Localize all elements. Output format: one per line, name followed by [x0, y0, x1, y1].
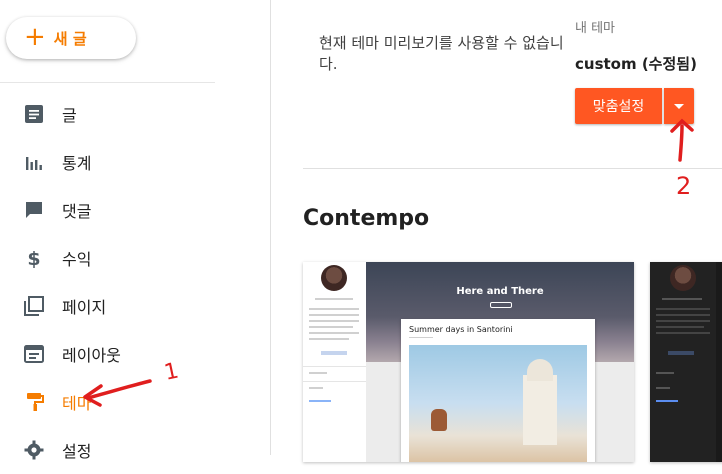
- thumbnail-building: [523, 375, 557, 445]
- thumbnail-text-line: [309, 308, 359, 310]
- thumbnail-text-line: [656, 387, 670, 389]
- new-post-label: 새 글: [53, 29, 87, 48]
- sidebar-item-pages[interactable]: 페이지: [0, 282, 270, 330]
- thumbnail-text-line: [662, 298, 702, 300]
- thumbnail-text-line: [656, 320, 710, 322]
- sidebar-item-posts[interactable]: 글: [0, 90, 270, 138]
- gear-icon: [24, 440, 44, 460]
- preview-unavailable-message: 현재 테마 미리보기를 사용할 수 없습니다.: [319, 34, 564, 73]
- sidebar: + 새 글 글 통계 댓글 $ 수익 페이지 레이아웃 테마 설정: [0, 0, 271, 461]
- thumbnail-sidebar: [303, 262, 366, 462]
- plus-icon: +: [24, 22, 46, 52]
- sidebar-item-label: 레이아웃: [62, 346, 121, 365]
- thumbnail-post-title: Summer days in Santorini: [409, 325, 513, 334]
- my-theme-label: 내 테마: [575, 21, 616, 36]
- sidebar-item-stats[interactable]: 통계: [0, 138, 270, 186]
- sidebar-item-label: 설정: [62, 442, 92, 461]
- new-post-button[interactable]: + 새 글: [6, 17, 136, 59]
- thumbnail-link: [309, 400, 331, 402]
- sidebar-item-label: 통계: [62, 154, 92, 173]
- thumbnail-vase: [431, 409, 447, 431]
- paint-roller-icon: [27, 393, 44, 411]
- thumbnail-blog-title: Here and There: [456, 286, 544, 297]
- svg-text:$: $: [27, 248, 40, 268]
- theme-main: 현재 테마 미리보기를 사용할 수 없습니다. 내 테마 custom (수정됨…: [271, 0, 722, 462]
- sidebar-item-label: 글: [62, 106, 77, 125]
- thumbnail-text-line: [656, 372, 674, 374]
- sidebar-item-theme[interactable]: 테마: [0, 378, 270, 426]
- sidebar-item-label: 테마: [62, 394, 92, 413]
- thumbnail-text-line: [309, 332, 359, 334]
- thumbnail-button: [668, 351, 694, 355]
- thumbnail-text-line: [309, 320, 359, 322]
- theme-section-title: Contempo: [303, 206, 430, 231]
- thumbnail-text-line: [315, 298, 353, 300]
- thumbnail-link: [656, 400, 678, 402]
- contempo-dark-theme-thumbnail[interactable]: [650, 262, 722, 462]
- sidebar-nav: 글 통계 댓글 $ 수익 페이지 레이아웃 테마 설정: [0, 90, 270, 474]
- comment-icon: [26, 202, 42, 218]
- dollar-icon: $: [27, 248, 40, 268]
- thumbnail-text-line: [309, 326, 353, 328]
- thumbnail-text-line: [309, 338, 349, 340]
- sidebar-divider: [0, 82, 215, 83]
- sidebar-item-label: 페이지: [62, 298, 107, 317]
- avatar: [321, 265, 347, 291]
- sidebar-item-settings[interactable]: 설정: [0, 426, 270, 474]
- thumbnail-divider: [303, 366, 366, 367]
- thumbnail-dark-edge: [716, 262, 722, 462]
- avatar: [670, 265, 696, 291]
- thumbnail-post-card: Summer days in Santorini: [401, 319, 595, 462]
- thumbnail-text-line: [309, 372, 327, 374]
- layout-icon: [24, 345, 44, 363]
- customize-dropdown-button[interactable]: [664, 88, 694, 124]
- thumbnail-text-line: [309, 387, 323, 389]
- thumbnail-divider: [303, 381, 366, 382]
- thumbnail-button: [321, 351, 347, 355]
- thumbnail-text-line: [656, 314, 710, 316]
- dropdown-arrow-icon: [674, 103, 684, 109]
- section-divider: [303, 168, 722, 169]
- thumbnail-text-line: [309, 314, 359, 316]
- thumbnail-post-date: [409, 337, 433, 338]
- sidebar-item-label: 수익: [62, 250, 92, 269]
- contempo-theme-thumbnail[interactable]: Here and There Summer days in Santorini: [303, 262, 634, 462]
- pages-icon: [24, 296, 44, 316]
- thumbnail-text-line: [656, 308, 710, 310]
- sidebar-item-comments[interactable]: 댓글: [0, 186, 270, 234]
- sidebar-item-label: 댓글: [62, 202, 92, 221]
- sidebar-item-earnings[interactable]: $ 수익: [0, 234, 270, 282]
- stats-icon: [26, 157, 42, 170]
- thumbnail-dome: [527, 359, 553, 381]
- customize-button[interactable]: 맞춤설정: [575, 88, 662, 124]
- posts-icon: [25, 105, 43, 123]
- thumbnail-text-line: [656, 332, 710, 334]
- sidebar-item-layout[interactable]: 레이아웃: [0, 330, 270, 378]
- thumbnail-post-photo: [409, 345, 587, 462]
- thumbnail-subscribe-pill: [490, 302, 512, 308]
- current-theme-name: custom (수정됨): [575, 55, 697, 73]
- thumbnail-text-line: [656, 326, 704, 328]
